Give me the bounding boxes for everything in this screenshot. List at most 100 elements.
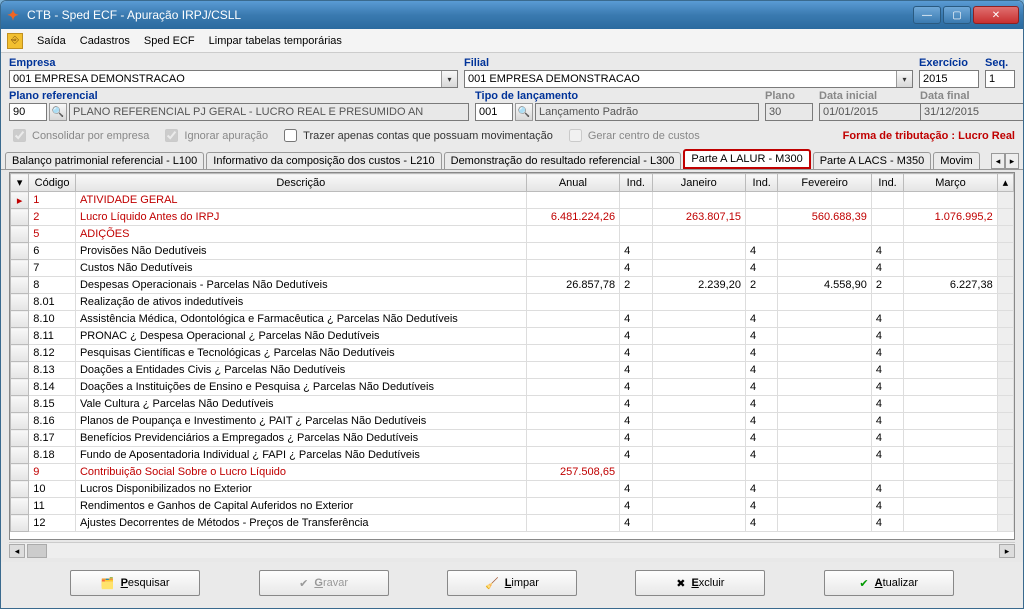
table-cell[interactable] (526, 481, 619, 498)
table-cell[interactable] (526, 260, 619, 277)
table-cell[interactable] (11, 226, 29, 243)
table-cell[interactable] (778, 226, 871, 243)
table-cell[interactable] (11, 243, 29, 260)
chk-trazer[interactable]: Trazer apenas contas que possuam movimen… (280, 126, 553, 145)
table-cell[interactable]: 4 (871, 243, 903, 260)
table-cell[interactable] (652, 379, 745, 396)
combo-empresa[interactable]: 001 EMPRESA DEMONSTRACAO ▾ (9, 70, 458, 88)
table-cell[interactable] (778, 498, 871, 515)
tab-movim[interactable]: Movim (933, 152, 979, 169)
table-cell[interactable] (997, 260, 1013, 277)
table-cell[interactable]: 4 (871, 481, 903, 498)
table-cell[interactable] (526, 226, 619, 243)
table-cell[interactable]: 4 (871, 515, 903, 532)
table-cell[interactable] (620, 209, 652, 226)
table-cell[interactable] (652, 226, 745, 243)
table-row[interactable]: 2Lucro Líquido Antes do IRPJ6.481.224,26… (11, 209, 1014, 226)
table-cell[interactable] (997, 328, 1013, 345)
table-cell[interactable] (11, 447, 29, 464)
table-cell[interactable]: 4 (871, 328, 903, 345)
table-cell[interactable] (997, 294, 1013, 311)
table-cell[interactable] (652, 413, 745, 430)
gravar-button[interactable]: ✔ Gravar (259, 570, 389, 596)
table-cell[interactable]: 257.508,65 (526, 464, 619, 481)
table-cell[interactable]: 4 (871, 379, 903, 396)
table-cell[interactable] (904, 294, 997, 311)
col-ind3[interactable]: Ind. (871, 174, 903, 192)
maximize-button[interactable]: ▢ (943, 6, 971, 24)
table-cell[interactable] (871, 464, 903, 481)
table-cell[interactable]: 4 (745, 498, 777, 515)
table-cell[interactable]: 4.558,90 (778, 277, 871, 294)
table-cell[interactable]: 8.17 (29, 430, 76, 447)
table-row[interactable]: 8Despesas Operacionais - Parcelas Não De… (11, 277, 1014, 294)
table-cell[interactable] (871, 209, 903, 226)
input-tipo-lanc-cod[interactable] (475, 103, 513, 121)
table-cell[interactable] (11, 311, 29, 328)
table-cell[interactable] (778, 464, 871, 481)
chk-consolidar[interactable]: Consolidar por empresa (9, 126, 149, 145)
table-cell[interactable] (11, 362, 29, 379)
close-button[interactable]: ✕ (973, 6, 1019, 24)
table-cell[interactable] (620, 464, 652, 481)
table-cell[interactable] (778, 311, 871, 328)
table-cell[interactable]: 4 (745, 447, 777, 464)
scroll-right-button[interactable]: ▸ (999, 544, 1015, 558)
table-row[interactable]: 11Rendimentos e Ganhos de Capital Auferi… (11, 498, 1014, 515)
table-cell[interactable] (620, 226, 652, 243)
table-cell[interactable]: Custos Não Dedutíveis (75, 260, 526, 277)
table-cell[interactable]: 8.01 (29, 294, 76, 311)
table-cell[interactable]: 4 (871, 430, 903, 447)
table-cell[interactable] (745, 192, 777, 209)
table-cell[interactable] (526, 345, 619, 362)
table-cell[interactable] (526, 362, 619, 379)
scroll-left-button[interactable]: ◂ (9, 544, 25, 558)
table-cell[interactable]: Benefícios Previdenciários a Empregados … (75, 430, 526, 447)
table-cell[interactable] (904, 396, 997, 413)
table-cell[interactable] (526, 447, 619, 464)
table-cell[interactable]: 4 (745, 481, 777, 498)
table-cell[interactable] (997, 226, 1013, 243)
table-cell[interactable] (11, 464, 29, 481)
table-cell[interactable] (11, 481, 29, 498)
table-cell[interactable] (997, 209, 1013, 226)
table-cell[interactable]: 4 (871, 413, 903, 430)
table-cell[interactable] (904, 345, 997, 362)
table-cell[interactable] (11, 209, 29, 226)
table-cell[interactable] (778, 243, 871, 260)
col-descricao[interactable]: Descrição (75, 174, 526, 192)
table-cell[interactable]: 4 (620, 243, 652, 260)
table-cell[interactable] (997, 498, 1013, 515)
menu-spedecf[interactable]: Sped ECF (144, 35, 195, 47)
table-cell[interactable] (904, 226, 997, 243)
atualizar-button[interactable]: ✔ Atualizar (824, 570, 954, 596)
menu-cadastros[interactable]: Cadastros (80, 35, 130, 47)
table-cell[interactable]: Realização de ativos indedutíveis (75, 294, 526, 311)
table-cell[interactable] (652, 447, 745, 464)
tab-scroll-right[interactable]: ▸ (1005, 153, 1019, 169)
table-cell[interactable]: 6 (29, 243, 76, 260)
table-cell[interactable]: 4 (745, 515, 777, 532)
table-cell[interactable] (652, 481, 745, 498)
table-cell[interactable]: 8.18 (29, 447, 76, 464)
input-plano-ref-cod[interactable] (9, 103, 47, 121)
table-cell[interactable] (904, 498, 997, 515)
table-cell[interactable]: 5 (29, 226, 76, 243)
input-seq[interactable] (985, 70, 1015, 88)
chevron-down-icon[interactable]: ▾ (441, 71, 457, 87)
table-cell[interactable]: 4 (620, 396, 652, 413)
table-cell[interactable] (904, 260, 997, 277)
table-cell[interactable]: Doações a Instituições de Ensino e Pesqu… (75, 379, 526, 396)
table-cell[interactable] (904, 464, 997, 481)
table-cell[interactable] (997, 464, 1013, 481)
table-cell[interactable] (652, 430, 745, 447)
table-cell[interactable]: 4 (745, 379, 777, 396)
table-cell[interactable]: 4 (620, 260, 652, 277)
table-cell[interactable] (904, 481, 997, 498)
table-cell[interactable] (652, 243, 745, 260)
table-cell[interactable] (11, 277, 29, 294)
table-cell[interactable]: 6.227,38 (904, 277, 997, 294)
table-cell[interactable]: 2 (871, 277, 903, 294)
table-cell[interactable] (652, 515, 745, 532)
table-cell[interactable]: Planos de Poupança e Investimento ¿ PAIT… (75, 413, 526, 430)
